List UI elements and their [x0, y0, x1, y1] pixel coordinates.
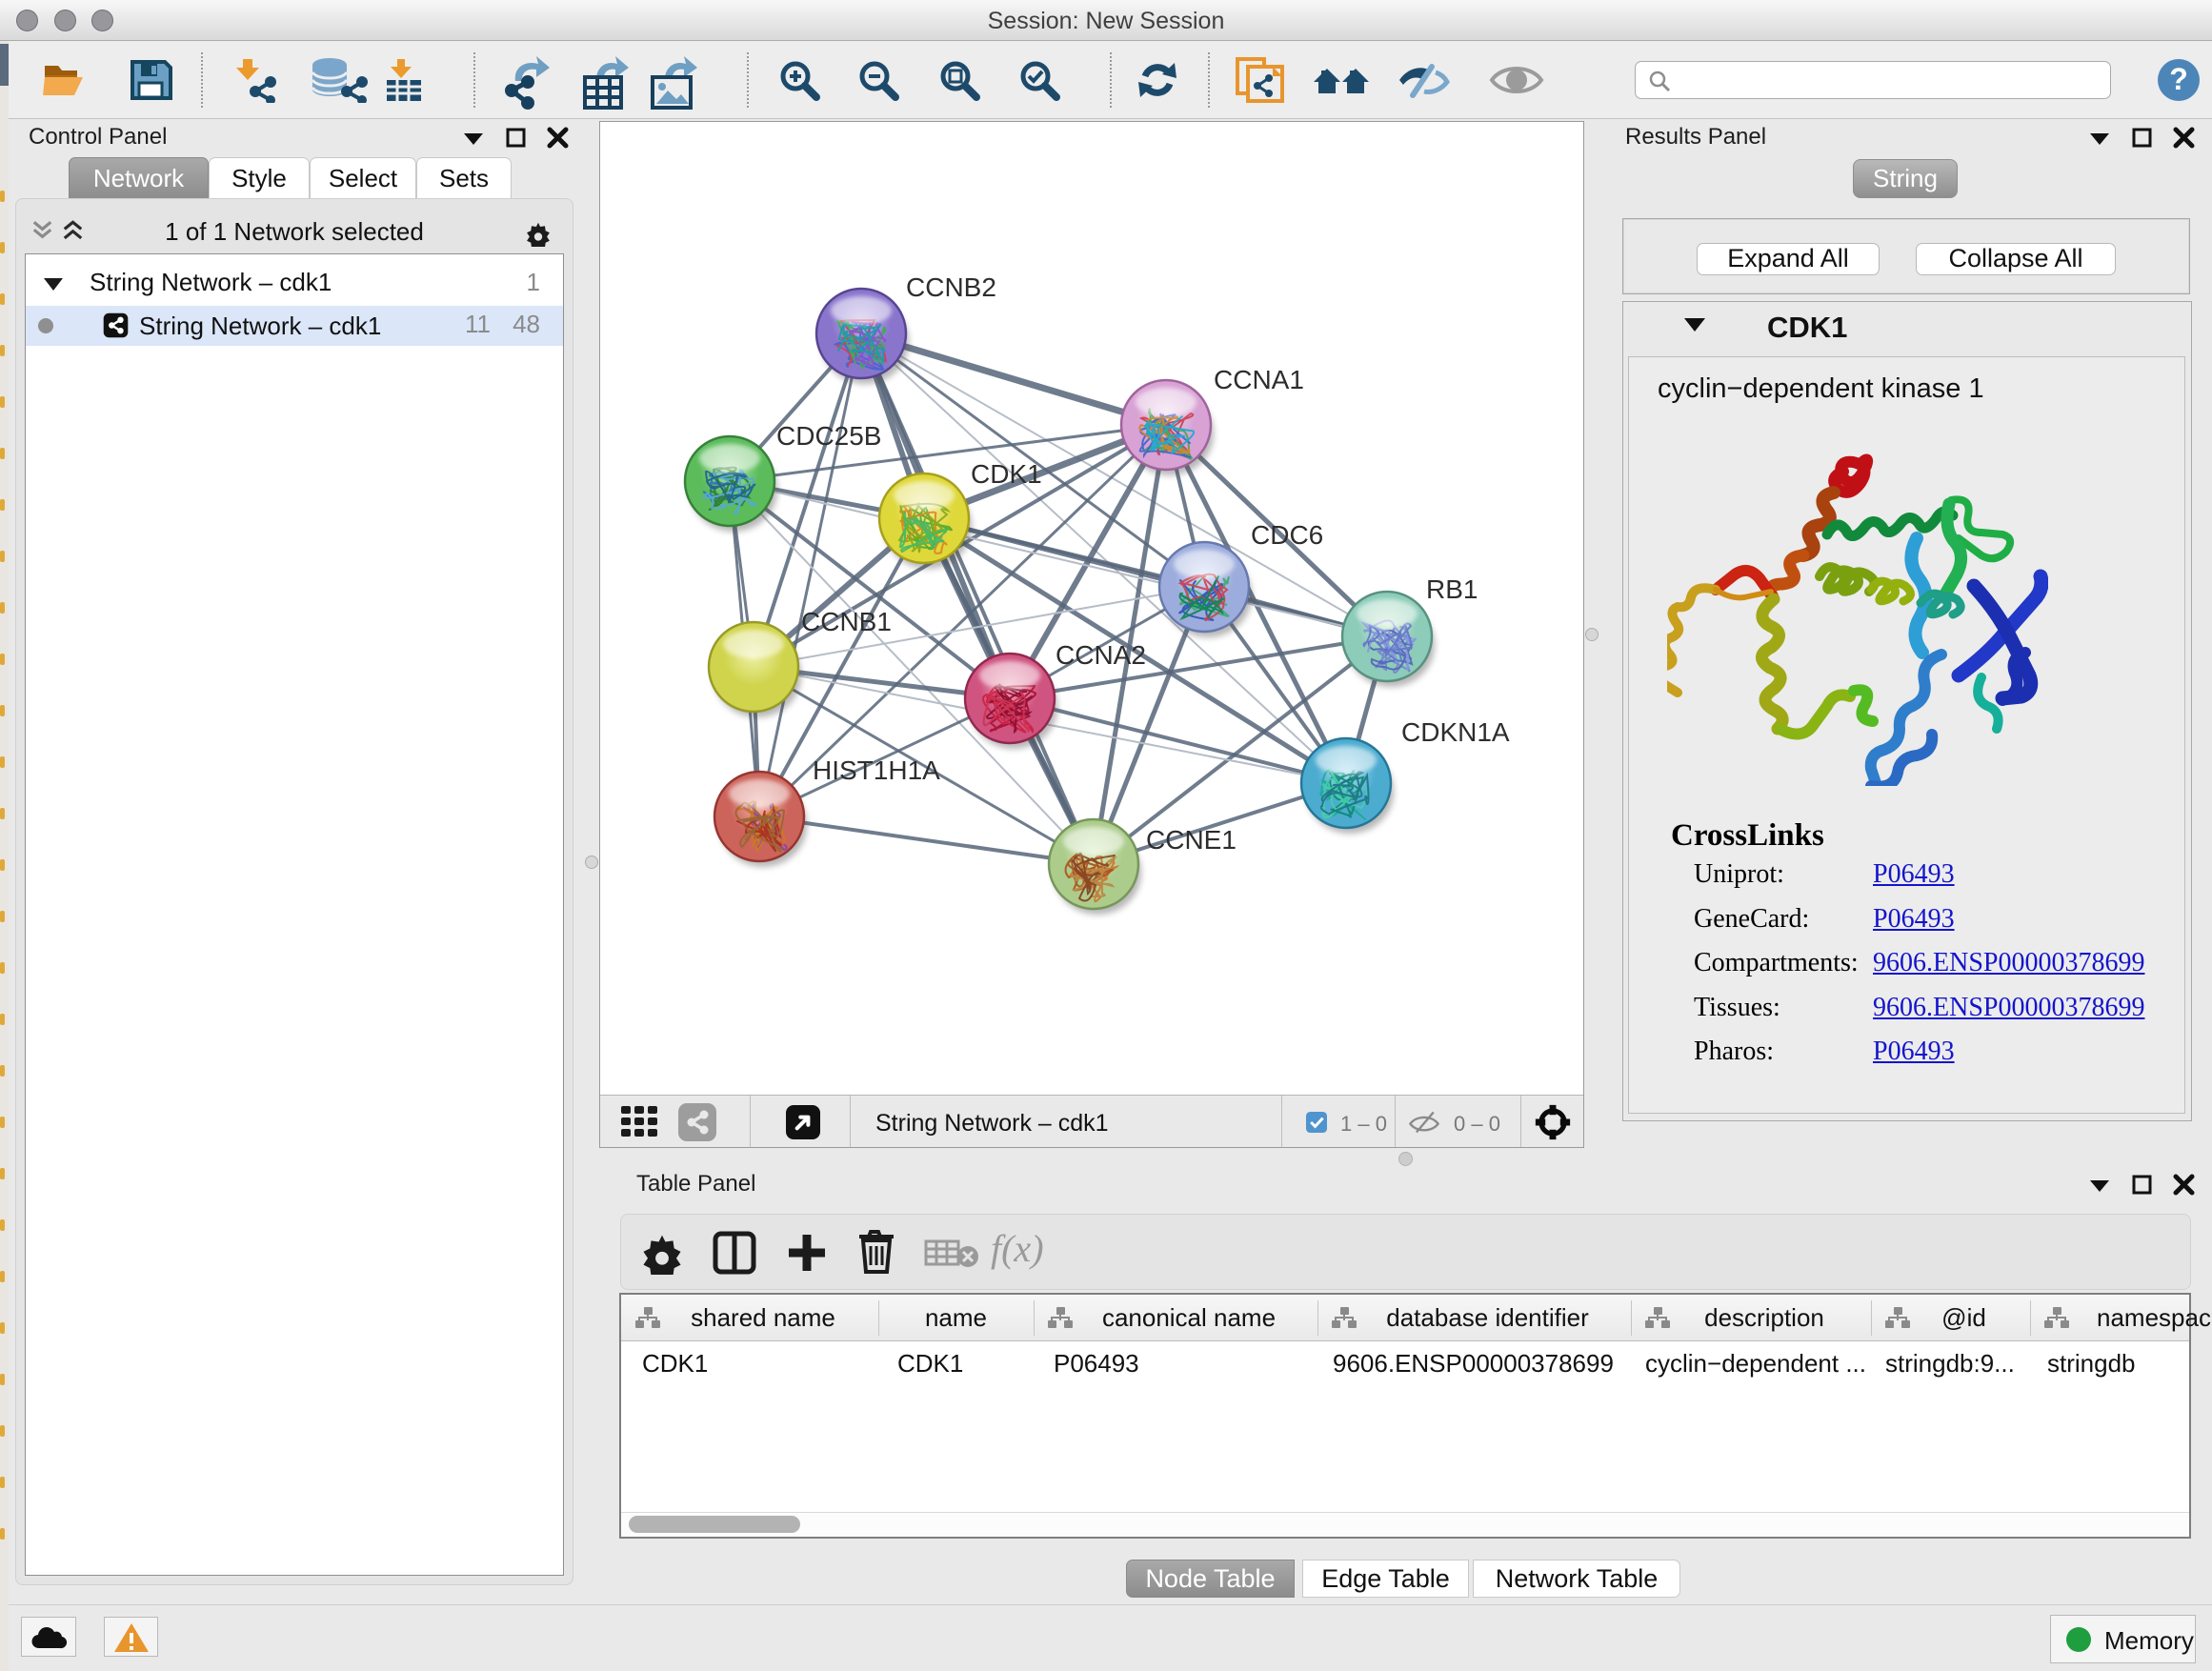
svg-text:CDKN1A: CDKN1A — [1401, 717, 1510, 747]
svg-text:CCNE1: CCNE1 — [1146, 825, 1237, 855]
svg-text:CCNB1: CCNB1 — [801, 607, 892, 636]
svg-text:CDK1: CDK1 — [971, 459, 1042, 489]
svg-text:CCNB2: CCNB2 — [906, 272, 996, 302]
svg-text:?: ? — [2169, 62, 2188, 96]
svg-text:HIST1H1A: HIST1H1A — [813, 755, 940, 785]
svg-text:CDC6: CDC6 — [1251, 520, 1323, 550]
svg-text:RB1: RB1 — [1426, 574, 1478, 604]
svg-text:CDC25B: CDC25B — [776, 421, 881, 451]
svg-text:CCNA1: CCNA1 — [1214, 365, 1304, 394]
svg-text:CCNA2: CCNA2 — [1056, 640, 1146, 670]
